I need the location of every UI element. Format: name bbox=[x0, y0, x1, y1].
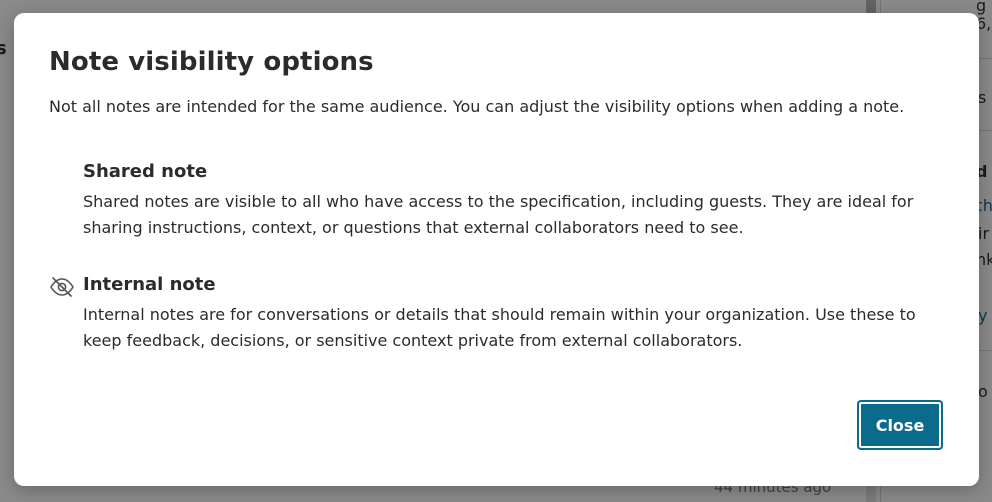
shared-note-description: Shared notes are visible to all who have… bbox=[83, 192, 914, 237]
eye-slash-icon bbox=[49, 276, 75, 298]
dialog-intro-text: Not all notes are intended for the same … bbox=[49, 97, 905, 116]
internal-note-title: Internal note bbox=[83, 274, 216, 295]
dialog-title: Note visibility options bbox=[49, 47, 374, 77]
internal-note-description: Internal notes are for conversations or … bbox=[83, 305, 916, 350]
shared-note-title: Shared note bbox=[83, 161, 208, 182]
note-visibility-dialog: Note visibility options Not all notes ar… bbox=[14, 13, 979, 486]
close-button[interactable]: Close bbox=[857, 400, 943, 450]
